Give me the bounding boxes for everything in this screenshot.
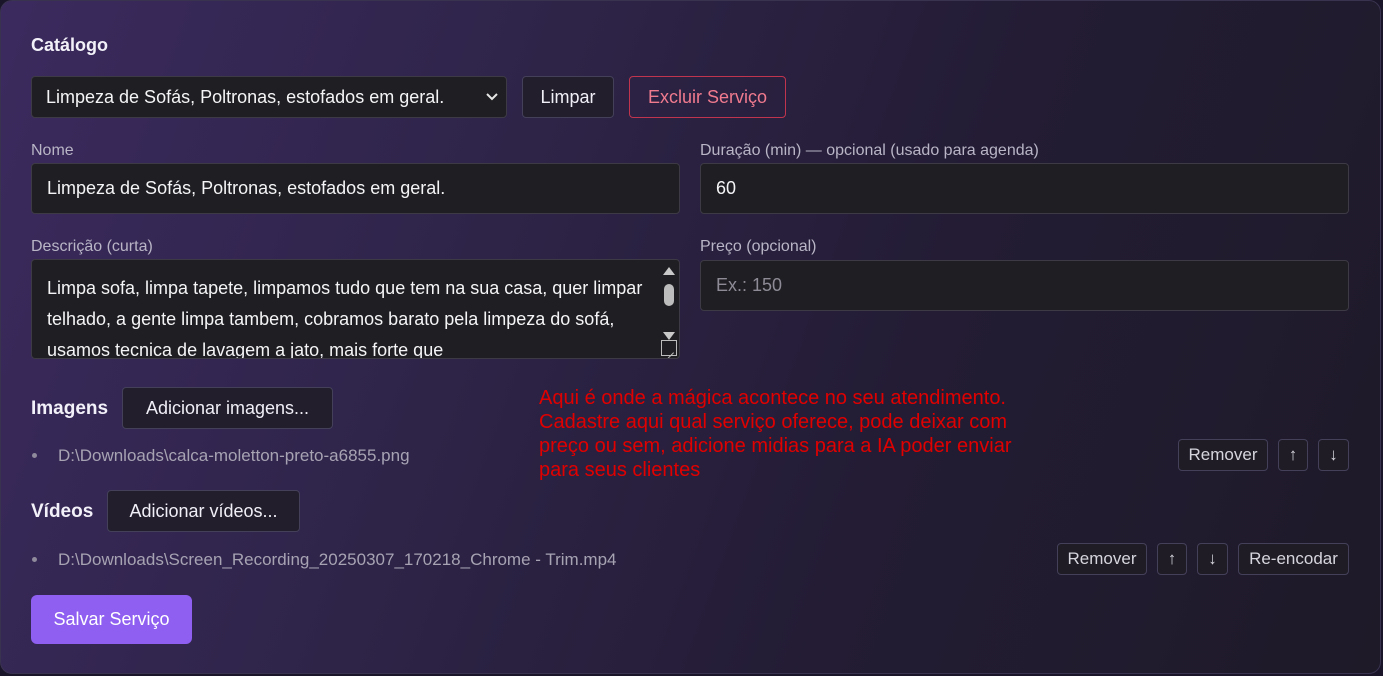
clear-button[interactable]: Limpar [522, 76, 614, 118]
bullet-icon [32, 557, 37, 562]
service-select[interactable]: Limpeza de Sofás, Poltronas, estofados e… [31, 76, 507, 118]
video-file-path: D:\Downloads\Screen_Recording_20250307_1… [58, 550, 617, 569]
move-up-video-button[interactable]: ↑ [1157, 543, 1187, 575]
catalog-title: Catálogo [31, 35, 109, 55]
help-annotation: Aqui é onde a mágica acontece no seu ate… [539, 387, 1012, 481]
duration-input[interactable]: 60 [700, 163, 1349, 214]
image-file-path: D:\Downloads\calca-moletton-preto-a6855.… [58, 446, 410, 465]
add-videos-button[interactable]: Adicionar vídeos... [107, 490, 300, 532]
reencode-video-button[interactable]: Re-encodar [1238, 543, 1349, 575]
delete-service-button[interactable]: Excluir Serviço [629, 76, 786, 118]
price-input[interactable]: Ex.: 150 [700, 260, 1349, 311]
add-images-button[interactable]: Adicionar imagens... [122, 387, 333, 429]
scroll-up-arrow-icon[interactable] [663, 267, 675, 275]
service-editor-panel: Catálogo Limpeza de Sofás, Poltronas, es… [0, 0, 1381, 674]
bullet-icon [32, 453, 37, 458]
name-input[interactable]: Limpeza de Sofás, Poltronas, estofados e… [31, 163, 680, 214]
description-textarea[interactable]: Limpa sofa, limpa tapete, limpamos tudo … [31, 259, 680, 359]
duration-label: Duração (min) — opcional (usado para age… [700, 142, 1039, 159]
save-service-button[interactable]: Salvar Serviço [31, 595, 192, 644]
price-label: Preço (opcional) [700, 238, 817, 255]
scroll-down-arrow-icon[interactable] [663, 332, 675, 340]
scrollbar-thumb[interactable] [664, 284, 674, 306]
description-text: Limpa sofa, limpa tapete, limpamos tudo … [47, 278, 643, 359]
images-label: Imagens [31, 398, 109, 419]
remove-video-button[interactable]: Remover [1057, 543, 1147, 575]
resize-handle-icon[interactable] [661, 340, 677, 356]
move-down-image-button[interactable]: ↓ [1318, 439, 1349, 471]
videos-label: Vídeos [31, 501, 94, 522]
description-label: Descrição (curta) [31, 238, 153, 255]
move-down-video-button[interactable]: ↓ [1197, 543, 1228, 575]
chevron-down-icon [486, 77, 498, 117]
description-scrollbar[interactable] [661, 264, 677, 340]
remove-image-button[interactable]: Remover [1178, 439, 1268, 471]
service-select-value: Limpeza de Sofás, Poltronas, estofados e… [46, 87, 445, 107]
move-up-image-button[interactable]: ↑ [1278, 439, 1308, 471]
name-label: Nome [31, 142, 74, 159]
